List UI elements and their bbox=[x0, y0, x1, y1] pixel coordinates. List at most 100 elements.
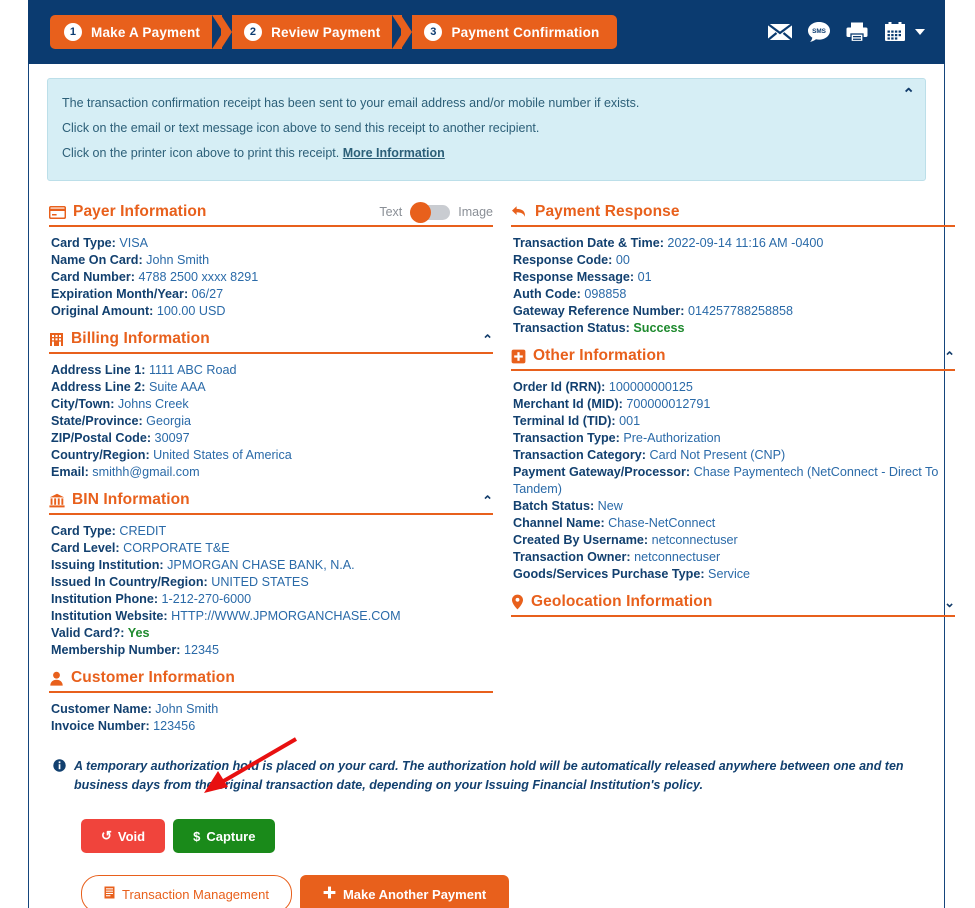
field-value: 100000000125 bbox=[605, 380, 693, 394]
field-value: Card Not Present (CNP) bbox=[645, 448, 786, 462]
field-row: Gateway Reference Number: 01425778825885… bbox=[513, 303, 955, 320]
reply-arrow-icon bbox=[511, 205, 528, 219]
banner-collapse-icon[interactable]: ⌃ bbox=[902, 85, 915, 103]
field-label: Valid Card?: bbox=[51, 626, 125, 640]
navigation-buttons: Transaction Management Make Another Paym… bbox=[47, 853, 926, 908]
info-icon bbox=[53, 757, 67, 795]
field-value: VISA bbox=[115, 236, 149, 250]
field-label: Name On Card: bbox=[51, 253, 143, 267]
chevron-down-icon[interactable] bbox=[915, 29, 925, 35]
plus-icon bbox=[323, 886, 336, 902]
billing-information-title: Billing Information bbox=[71, 330, 210, 347]
field-label: Transaction Type: bbox=[513, 431, 620, 445]
field-label: Payment Gateway/Processor: bbox=[513, 465, 691, 479]
field-value: 098858 bbox=[580, 287, 627, 301]
field-row: Issued In Country/Region: UNITED STATES bbox=[51, 574, 493, 591]
field-value: Pre-Authorization bbox=[619, 431, 721, 445]
response-fields: Transaction Date & Time: 2022-09-14 11:1… bbox=[511, 235, 955, 337]
field-row: Auth Code: 098858 bbox=[513, 286, 955, 303]
banner-line-2: Click on the email or text message icon … bbox=[62, 121, 540, 135]
step-number-2: 2 bbox=[244, 23, 263, 41]
more-information-link[interactable]: More Information bbox=[343, 146, 445, 160]
capture-button[interactable]: $ Capture bbox=[173, 819, 276, 853]
other-collapse-icon[interactable]: ⌃ bbox=[944, 350, 955, 363]
field-label: Gateway Reference Number: bbox=[513, 304, 685, 318]
field-row: Response Code: 00 bbox=[513, 252, 955, 269]
details-columns: Payer Information Text Image Card Type: … bbox=[47, 199, 955, 745]
geolocation-expand-icon[interactable]: ⌄ bbox=[944, 596, 955, 609]
make-another-payment-button[interactable]: Make Another Payment bbox=[299, 875, 510, 908]
payment-confirmation-page: 1 Make A Payment 2 Review Payment 3 Paym… bbox=[0, 0, 975, 908]
field-value: 123456 bbox=[149, 719, 196, 733]
field-row: Merchant Id (MID): 700000012791 bbox=[513, 396, 955, 413]
field-row: Created By Username: netconnectuser bbox=[513, 532, 955, 549]
billing-information-header: Billing Information ⌃ bbox=[49, 330, 493, 354]
void-button[interactable]: ↺ Void bbox=[81, 819, 166, 853]
field-value: 1-212-270-6000 bbox=[158, 592, 252, 606]
field-value: 30097 bbox=[151, 431, 190, 445]
field-label: Email: bbox=[51, 465, 89, 479]
field-row: Channel Name: Chase-NetConnect bbox=[513, 515, 955, 532]
field-label: Card Type: bbox=[51, 236, 116, 250]
calendar-icon[interactable] bbox=[883, 21, 907, 43]
field-label: Transaction Category: bbox=[513, 448, 646, 462]
field-label: Order Id (RRN): bbox=[513, 380, 606, 394]
step-review-payment[interactable]: 2 Review Payment bbox=[212, 15, 413, 49]
field-row: Transaction Category: Card Not Present (… bbox=[513, 447, 955, 464]
email-icon[interactable] bbox=[767, 22, 793, 42]
field-label: Address Line 2: bbox=[51, 380, 146, 394]
field-label: Auth Code: bbox=[513, 287, 581, 301]
field-label: Transaction Date & Time: bbox=[513, 236, 664, 250]
receipt-icon bbox=[104, 886, 115, 902]
text-image-toggle[interactable]: Text Image bbox=[379, 201, 493, 223]
step-payment-confirmation[interactable]: 3 Payment Confirmation bbox=[392, 15, 618, 49]
field-row: Transaction Owner: netconnectuser bbox=[513, 549, 955, 566]
bin-collapse-icon[interactable]: ⌃ bbox=[482, 494, 493, 507]
other-information-title: Other Information bbox=[533, 347, 666, 364]
bin-information-title: BIN Information bbox=[72, 491, 190, 508]
field-label: Card Type: bbox=[51, 524, 116, 538]
field-label: Country/Region: bbox=[51, 448, 150, 462]
field-label: City/Town: bbox=[51, 397, 115, 411]
field-row: Response Message: 01 bbox=[513, 269, 955, 286]
other-information-header: Other Information ⌃ bbox=[511, 347, 955, 371]
bank-icon bbox=[49, 493, 65, 508]
banner-line-3: Click on the printer icon above to print… bbox=[62, 141, 891, 166]
other-fields: Order Id (RRN): 100000000125 Merchant Id … bbox=[511, 379, 955, 583]
field-value: John Smith bbox=[151, 702, 219, 716]
top-navigation-bar: 1 Make A Payment 2 Review Payment 3 Paym… bbox=[28, 0, 945, 64]
field-value: 1111 ABC Road bbox=[145, 363, 237, 377]
billing-collapse-icon[interactable]: ⌃ bbox=[482, 333, 493, 346]
step-number-3: 3 bbox=[424, 23, 443, 41]
sms-icon[interactable]: SMS bbox=[807, 21, 831, 43]
field-row: Payment Gateway/Processor: Chase Payment… bbox=[513, 464, 955, 498]
step-progress-indicator: 1 Make A Payment 2 Review Payment 3 Paym… bbox=[50, 15, 618, 49]
banner-line-1: The transaction confirmation receipt has… bbox=[62, 96, 640, 110]
banner-line-3-text: Click on the printer icon above to print… bbox=[62, 146, 343, 160]
payer-view-switch[interactable] bbox=[410, 201, 451, 223]
printer-icon[interactable] bbox=[845, 21, 869, 43]
field-row: Card Number: 4788 2500 xxxx 8291 bbox=[51, 269, 493, 286]
step-make-a-payment[interactable]: 1 Make A Payment bbox=[50, 15, 233, 49]
plus-square-icon bbox=[511, 349, 526, 364]
step-label-2: Review Payment bbox=[271, 24, 381, 40]
step-label-3: Payment Confirmation bbox=[451, 24, 600, 40]
bin-fields: Card Type: CREDIT Card Level: CORPORATE T… bbox=[49, 523, 493, 659]
field-value: Johns Creek bbox=[114, 397, 189, 411]
field-label: Address Line 1: bbox=[51, 363, 146, 377]
payer-information-header: Payer Information Text Image bbox=[49, 201, 493, 227]
field-value: 700000012791 bbox=[622, 397, 711, 411]
field-label: Membership Number: bbox=[51, 643, 181, 657]
field-value: Yes bbox=[124, 626, 150, 640]
field-label: Transaction Owner: bbox=[513, 550, 631, 564]
transaction-management-button[interactable]: Transaction Management bbox=[81, 875, 292, 908]
step-label-1: Make A Payment bbox=[91, 24, 201, 40]
field-label: Original Amount: bbox=[51, 304, 154, 318]
field-value: JPMORGAN CHASE BANK, N.A. bbox=[163, 558, 355, 572]
field-row: Address Line 2: Suite AAA bbox=[51, 379, 493, 396]
field-row: Email: smithh@gmail.com bbox=[51, 464, 493, 481]
field-value: 100.00 USD bbox=[153, 304, 226, 318]
customer-information-header: Customer Information bbox=[49, 669, 493, 693]
field-row: ZIP/Postal Code: 30097 bbox=[51, 430, 493, 447]
field-row: Customer Name: John Smith bbox=[51, 701, 493, 718]
